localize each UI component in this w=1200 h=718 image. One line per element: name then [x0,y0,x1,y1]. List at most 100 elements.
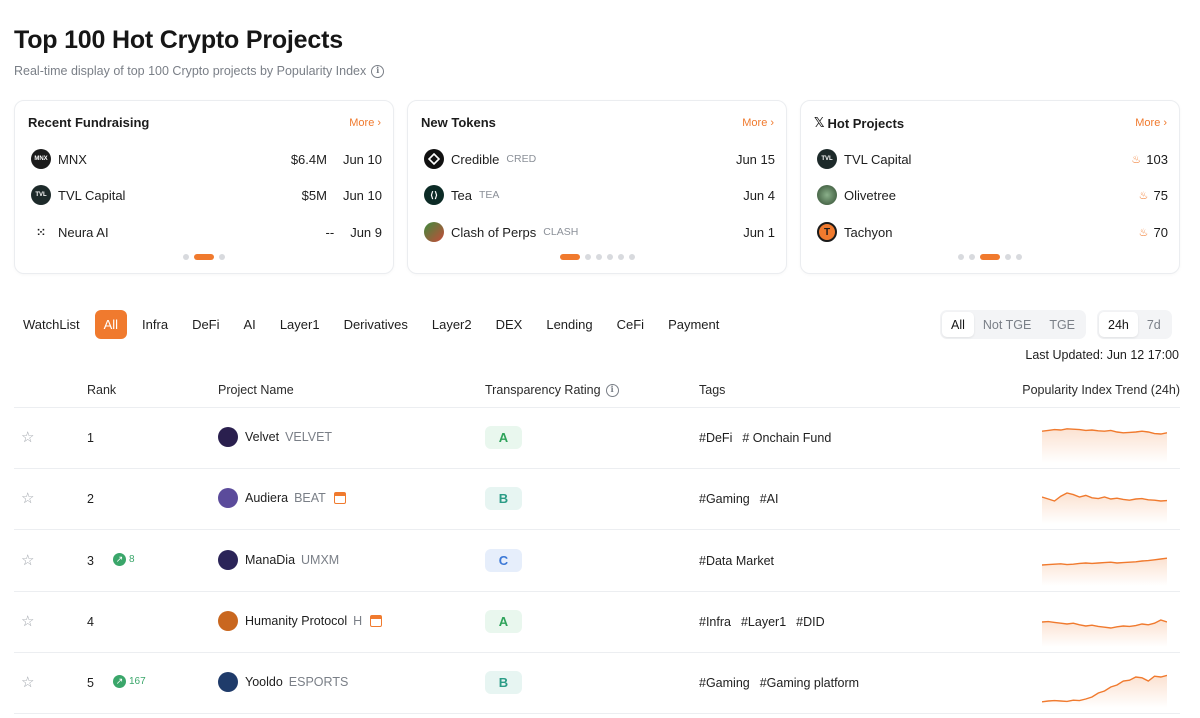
time-filter-7d[interactable]: 7d [1138,312,1170,337]
tge-filter-not-tge[interactable]: Not TGE [974,312,1040,337]
header-rank[interactable]: Rank [87,383,116,397]
table-row[interactable]: ☆ 5 ↗ 167 Yooldo ESPORTS B #Gaming #Gaming platf… [14,653,1180,714]
item-amount: -- [325,224,335,240]
carousel-dot[interactable] [595,254,602,260]
token-item[interactable]: Credible CRED Jun 15 [424,148,775,170]
project-name: Velvet [245,430,280,444]
star-icon[interactable]: ☆ [21,430,36,445]
transparency-rating-badge: A [485,610,522,633]
tag[interactable]: # Onchain Fund [742,431,831,445]
popularity-trend-chart [1042,492,1167,524]
tags-cell: #Gaming #AI [699,492,779,506]
tab-cefi[interactable]: CeFi [608,310,653,339]
table-row[interactable]: ☆ 3 ↗ 8 ManaDia UMXM C #Data Market [14,531,1180,592]
project-logo-icon [218,488,238,508]
tag[interactable]: #Layer1 [741,615,786,629]
tge-filter-all[interactable]: All [942,312,974,337]
tab-defi[interactable]: DeFi [183,310,228,339]
hot-project-item[interactable]: T Tachyon ♨ 70 [817,221,1168,243]
popularity-score: ♨ 75 [1139,188,1168,203]
card-title: Recent Fundraising [28,115,150,130]
tab-watchlist[interactable]: WatchList [14,310,89,339]
tag[interactable]: #Data Market [699,554,774,568]
tags-cell: #DeFi # Onchain Fund [699,431,831,445]
tab-layer2[interactable]: Layer2 [423,310,481,339]
time-filter-24h[interactable]: 24h [1099,312,1138,337]
project-cell[interactable]: ManaDia UMXM [218,550,339,570]
tvl-logo-icon: TVL [31,185,51,205]
carousel-dot[interactable] [584,254,591,260]
tachyon-logo-icon: T [817,222,837,242]
tag[interactable]: #DeFi [699,431,732,445]
tab-lending[interactable]: Lending [537,310,601,339]
star-icon[interactable]: ☆ [21,553,36,568]
tag[interactable]: #Infra [699,615,731,629]
item-amount: $6.4M [290,151,327,167]
table-row[interactable]: ☆ 4 Humanity Protocol H A #Infra #Layer1 #DID [14,592,1180,653]
star-icon[interactable]: ☆ [21,614,36,629]
trend-area [1042,620,1167,647]
fundraising-item[interactable]: MNX MNX $6.4M Jun 10 [31,148,382,170]
fundraising-item[interactable]: ⁙ Neura AI -- Jun 9 [31,221,382,243]
carousel-dot[interactable] [628,254,635,260]
more-link[interactable]: More › [742,117,774,129]
project-cell[interactable]: Humanity Protocol H [218,611,383,631]
last-updated: Last Updated: Jun 12 17:00 [1025,348,1179,362]
tab-layer1[interactable]: Layer1 [271,310,329,339]
carousel-dot[interactable] [1005,254,1011,260]
hot-project-item[interactable]: TVL TVL Capital ♨ 103 [817,148,1168,170]
new-tokens-card: New Tokens More › Credible CRED Jun 15 ⟨⟩… [407,100,787,274]
carousel-dot-active[interactable] [194,254,214,260]
table-row[interactable]: ☆ 2 Audiera BEAT B #Gaming #AI [14,469,1180,530]
star-icon[interactable]: ☆ [21,491,36,506]
token-item[interactable]: ⟨⟩ Tea TEA Jun 4 [424,184,775,206]
calendar-icon [333,492,346,504]
header-rating-label: Transparency Rating [485,383,601,397]
item-amount: $5M [301,187,327,203]
token-item[interactable]: Clash of Perps CLASH Jun 1 [424,221,775,243]
project-cell[interactable]: Yooldo ESPORTS [218,672,348,692]
project-cell[interactable]: Audiera BEAT [218,488,346,508]
tab-all[interactable]: All [94,310,128,339]
tag[interactable]: #DID [796,615,824,629]
tags-cell: #Data Market [699,554,774,568]
carousel-dot[interactable] [1016,254,1022,260]
carousel-dot[interactable] [617,254,624,260]
carousel-dot[interactable] [606,254,613,260]
project-cell[interactable]: Velvet VELVET [218,427,332,447]
x-logo-icon: 𝕏 [814,115,825,130]
star-icon[interactable]: ☆ [21,675,36,690]
rank-value: 5 [87,676,94,690]
card-title: 𝕏 Hot Projects [814,115,904,131]
tab-payment[interactable]: Payment [659,310,728,339]
more-label: More [1135,117,1161,129]
tag[interactable]: #Gaming platform [760,676,859,690]
item-symbol: CRED [506,153,537,165]
tab-derivatives[interactable]: Derivatives [335,310,417,339]
hot-project-item[interactable]: Olivetree ♨ 75 [817,184,1168,206]
more-link[interactable]: More › [1135,117,1167,129]
more-link[interactable]: More › [349,117,381,129]
tab-infra[interactable]: Infra [133,310,177,339]
carousel-dot[interactable] [969,254,975,260]
fundraising-item[interactable]: TVL TVL Capital $5M Jun 10 [31,184,382,206]
tag[interactable]: #Gaming [699,676,750,690]
tab-dex[interactable]: DEX [487,310,532,339]
info-icon[interactable]: i [605,383,619,397]
carousel-dot[interactable] [219,254,225,260]
table-row[interactable]: ☆ 1 Velvet VELVET A #DeFi # Onchain Fund [14,408,1180,469]
tab-ai[interactable]: AI [235,310,265,339]
tge-filter-tge[interactable]: TGE [1040,312,1084,337]
credible-logo-icon [424,149,444,169]
info-icon[interactable]: i [371,64,385,78]
carousel-dot[interactable] [183,254,189,260]
carousel-dot[interactable] [958,254,964,260]
card-title-text: Hot Projects [827,115,905,131]
carousel-dot-active[interactable] [559,254,580,260]
tag[interactable]: #Gaming [699,492,750,506]
tag[interactable]: #AI [760,492,779,506]
carousel-dot-active[interactable] [980,254,1000,260]
tea-logo-icon: ⟨⟩ [424,185,444,205]
fire-icon: ♨ [1138,189,1149,202]
carousel-dots [801,254,1179,260]
